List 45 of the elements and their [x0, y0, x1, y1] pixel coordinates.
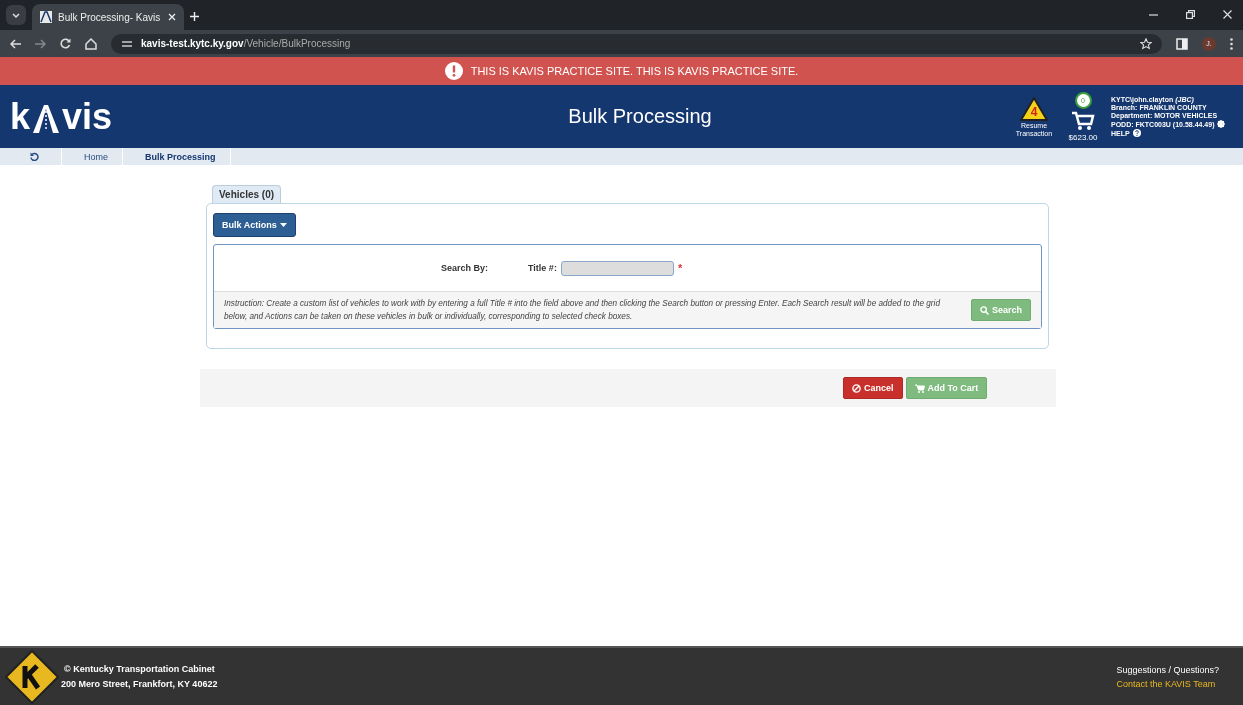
- breadcrumb-item[interactable]: Home: [62, 148, 123, 165]
- bookmark-star-icon[interactable]: [1140, 37, 1152, 50]
- close-icon[interactable]: [1223, 10, 1232, 19]
- contact-link[interactable]: Contact the KAVIS Team: [1116, 678, 1219, 689]
- cart-icon: [1071, 110, 1095, 131]
- cart-icon: [914, 383, 925, 393]
- breadcrumb-item[interactable]: Bulk Processing: [123, 148, 231, 165]
- menu-icon[interactable]: [1230, 37, 1233, 50]
- side-panel-icon[interactable]: [1176, 37, 1188, 50]
- title-number-field[interactable]: [560, 260, 674, 276]
- site-settings-icon: [121, 38, 133, 49]
- reload-icon[interactable]: [60, 38, 71, 49]
- tab-list-button[interactable]: [6, 5, 26, 25]
- kavis-logo[interactable]: k vis: [10, 98, 490, 135]
- alert-icon: [444, 62, 463, 80]
- suggestions-text: Suggestions / Questions?: [1116, 664, 1219, 675]
- help-icon[interactable]: [1132, 129, 1141, 137]
- chevron-down-icon: [11, 10, 21, 20]
- banner-text: THIS IS KAVIS PRACTICE SITE. THIS IS KAVIS PRACTICE SITE.: [470, 65, 799, 77]
- vehicles-tab[interactable]: Vehicles (0): [212, 185, 282, 203]
- page-title: Bulk Processing: [567, 105, 713, 128]
- settings-icon[interactable]: [1217, 120, 1226, 128]
- kentucky-sign-logo: [5, 649, 59, 704]
- ban-icon: [852, 383, 861, 393]
- browser-tab[interactable]: Bulk Processing- Kavis: [32, 4, 184, 30]
- instruction-text: Instruction: Create a custom list of vehicles to work with by entering a full Title # into the field above and then clicking the Search button or pressing Enter. Each Search result will be added to the grid below, and Actions can be taken on these vehicles in bulk or individually, corresponding to selected check boxes.: [224, 298, 942, 324]
- warning-triangle-icon: [1019, 95, 1049, 122]
- restore-icon[interactable]: [1186, 10, 1195, 19]
- address-bar[interactable]: kavis-test.kytc.ky.gov/Vehicle/BulkProcessing: [111, 33, 1162, 54]
- road-icon: [40, 11, 52, 23]
- cancel-button[interactable]: Cancel: [843, 377, 903, 400]
- caret-icon: [279, 223, 287, 227]
- copyright-text: © Kentucky Transportation Cabinet: [64, 664, 216, 674]
- bulk-actions-button[interactable]: Bulk Actions: [213, 213, 296, 237]
- back-icon[interactable]: [10, 38, 21, 49]
- close-icon[interactable]: [168, 13, 176, 21]
- forward-icon[interactable]: [35, 38, 46, 49]
- title-number-label: Title #:: [528, 263, 557, 273]
- required-mark: *: [677, 262, 683, 274]
- new-tab-icon[interactable]: [190, 12, 199, 21]
- history-icon[interactable]: [30, 152, 39, 161]
- search-icon: [979, 305, 989, 315]
- address-text: 200 Mero Street, Frankfort, KY 40622: [61, 679, 218, 689]
- home-icon[interactable]: [85, 37, 97, 50]
- search-by-label: Search By:: [441, 263, 489, 273]
